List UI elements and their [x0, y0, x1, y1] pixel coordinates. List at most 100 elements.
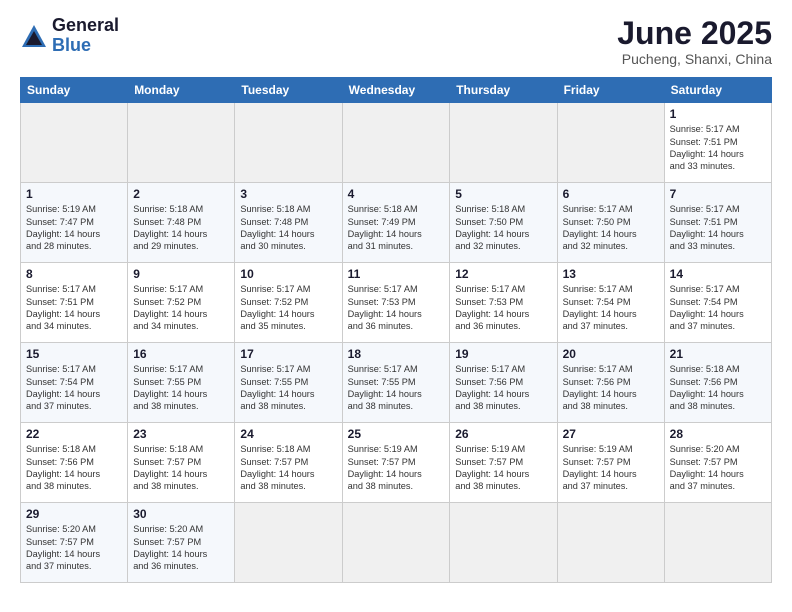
- table-row: 22Sunrise: 5:18 AMSunset: 7:56 PMDayligh…: [21, 423, 128, 503]
- day-info: Sunrise: 5:18 AMSunset: 7:56 PMDaylight:…: [26, 443, 122, 493]
- table-row: [342, 503, 450, 583]
- table-row: 23Sunrise: 5:18 AMSunset: 7:57 PMDayligh…: [128, 423, 235, 503]
- table-row: 24Sunrise: 5:18 AMSunset: 7:57 PMDayligh…: [235, 423, 342, 503]
- day-number: 24: [240, 427, 336, 441]
- table-row: 19Sunrise: 5:17 AMSunset: 7:56 PMDayligh…: [450, 343, 557, 423]
- day-number: 4: [348, 187, 445, 201]
- table-row: 18 Sunrise: 5:17 AMSunset: 7:55 PMDayligh…: [342, 343, 450, 423]
- day-info: Sunrise: 5:17 AMSunset: 7:53 PMDaylight:…: [455, 283, 551, 333]
- table-row: 29 Sunrise: 5:20 AMSunset: 7:57 PMDayligh…: [21, 503, 128, 583]
- day-number: 29: [26, 507, 122, 521]
- title-block: June 2025 Pucheng, Shanxi, China: [617, 16, 772, 67]
- logo-text: General Blue: [52, 16, 119, 56]
- day-info: Sunrise: 5:17 AMSunset: 7:52 PMDaylight:…: [240, 283, 336, 333]
- table-row: 1 Sunrise: 5:19 AMSunset: 7:47 PMDaylight…: [21, 183, 128, 263]
- table-row: 7Sunrise: 5:17 AMSunset: 7:51 PMDaylight…: [664, 183, 771, 263]
- table-row: 8 Sunrise: 5:17 AMSunset: 7:51 PMDaylight…: [21, 263, 128, 343]
- col-saturday: Saturday: [664, 78, 771, 103]
- table-row: 17 Sunrise: 5:17 AMSunset: 7:55 PMDayligh…: [235, 343, 342, 423]
- table-row: [450, 103, 557, 183]
- table-row: [235, 103, 342, 183]
- table-row: 20Sunrise: 5:17 AMSunset: 7:56 PMDayligh…: [557, 343, 664, 423]
- col-tuesday: Tuesday: [235, 78, 342, 103]
- table-row: [342, 103, 450, 183]
- table-row: 28Sunrise: 5:20 AMSunset: 7:57 PMDayligh…: [664, 423, 771, 503]
- col-wednesday: Wednesday: [342, 78, 450, 103]
- table-row: 10Sunrise: 5:17 AMSunset: 7:52 PMDayligh…: [235, 263, 342, 343]
- day-info: Sunrise: 5:19 AMSunset: 7:47 PMDaylight:…: [26, 203, 122, 253]
- day-info: Sunrise: 5:17 AMSunset: 7:51 PMDaylight:…: [670, 203, 766, 253]
- day-number: 25: [348, 427, 445, 441]
- table-row: 3Sunrise: 5:18 AMSunset: 7:48 PMDaylight…: [235, 183, 342, 263]
- day-info: Sunrise: 5:17 AMSunset: 7:52 PMDaylight:…: [133, 283, 229, 333]
- calendar-week-row: 22Sunrise: 5:18 AMSunset: 7:56 PMDayligh…: [21, 423, 772, 503]
- day-info: Sunrise: 5:17 AMSunset: 7:53 PMDaylight:…: [348, 283, 445, 333]
- day-number: 11: [348, 267, 445, 281]
- table-row: 9 Sunrise: 5:17 AMSunset: 7:52 PMDaylight…: [128, 263, 235, 343]
- day-info: Sunrise: 5:18 AMSunset: 7:48 PMDaylight:…: [240, 203, 336, 253]
- day-info: Sunrise: 5:19 AMSunset: 7:57 PMDaylight:…: [348, 443, 445, 493]
- day-number: 13: [563, 267, 659, 281]
- day-info: Sunrise: 5:20 AMSunset: 7:57 PMDaylight:…: [26, 523, 122, 573]
- day-number: 2: [133, 187, 229, 201]
- table-row: [664, 503, 771, 583]
- table-row: 1Sunrise: 5:17 AMSunset: 7:51 PMDaylight…: [664, 103, 771, 183]
- col-friday: Friday: [557, 78, 664, 103]
- day-info: Sunrise: 5:17 AMSunset: 7:54 PMDaylight:…: [670, 283, 766, 333]
- day-number: 6: [563, 187, 659, 201]
- logo-general: General: [52, 16, 119, 36]
- calendar-week-row: 1Sunrise: 5:17 AMSunset: 7:51 PMDaylight…: [21, 103, 772, 183]
- day-info: Sunrise: 5:17 AMSunset: 7:50 PMDaylight:…: [563, 203, 659, 253]
- day-number: 1: [26, 187, 122, 201]
- table-row: 14 Sunrise: 5:17 AMSunset: 7:54 PMDayligh…: [664, 263, 771, 343]
- day-info: Sunrise: 5:17 AMSunset: 7:55 PMDaylight:…: [240, 363, 336, 413]
- table-row: 4 Sunrise: 5:18 AMSunset: 7:49 PMDaylight…: [342, 183, 450, 263]
- day-number: 16: [133, 347, 229, 361]
- calendar-table: Sunday Monday Tuesday Wednesday Thursday…: [20, 77, 772, 583]
- day-number: 21: [670, 347, 766, 361]
- table-row: [557, 503, 664, 583]
- day-info: Sunrise: 5:18 AMSunset: 7:49 PMDaylight:…: [348, 203, 445, 253]
- day-number: 27: [563, 427, 659, 441]
- month-title: June 2025: [617, 16, 772, 51]
- calendar-header-row: Sunday Monday Tuesday Wednesday Thursday…: [21, 78, 772, 103]
- table-row: [21, 103, 128, 183]
- table-row: 2Sunrise: 5:18 AMSunset: 7:48 PMDaylight…: [128, 183, 235, 263]
- table-row: 11 Sunrise: 5:17 AMSunset: 7:53 PMDayligh…: [342, 263, 450, 343]
- table-row: 6 Sunrise: 5:17 AMSunset: 7:50 PMDaylight…: [557, 183, 664, 263]
- day-info: Sunrise: 5:17 AMSunset: 7:56 PMDaylight:…: [563, 363, 659, 413]
- calendar-week-row: 29 Sunrise: 5:20 AMSunset: 7:57 PMDayligh…: [21, 503, 772, 583]
- logo-icon: [20, 23, 48, 51]
- day-number: 5: [455, 187, 551, 201]
- calendar-week-row: 8 Sunrise: 5:17 AMSunset: 7:51 PMDaylight…: [21, 263, 772, 343]
- day-number: 1: [670, 107, 766, 121]
- table-row: 16Sunrise: 5:17 AMSunset: 7:55 PMDayligh…: [128, 343, 235, 423]
- day-info: Sunrise: 5:17 AMSunset: 7:54 PMDaylight:…: [563, 283, 659, 333]
- day-number: 14: [670, 267, 766, 281]
- table-row: 25 Sunrise: 5:19 AMSunset: 7:57 PMDayligh…: [342, 423, 450, 503]
- page: General Blue June 2025 Pucheng, Shanxi, …: [0, 0, 792, 612]
- day-number: 9: [133, 267, 229, 281]
- header: General Blue June 2025 Pucheng, Shanxi, …: [20, 16, 772, 67]
- calendar-week-row: 15Sunrise: 5:17 AMSunset: 7:54 PMDayligh…: [21, 343, 772, 423]
- table-row: [235, 503, 342, 583]
- day-number: 8: [26, 267, 122, 281]
- table-row: 26Sunrise: 5:19 AMSunset: 7:57 PMDayligh…: [450, 423, 557, 503]
- table-row: 15Sunrise: 5:17 AMSunset: 7:54 PMDayligh…: [21, 343, 128, 423]
- day-number: 23: [133, 427, 229, 441]
- day-number: 18: [348, 347, 445, 361]
- day-number: 17: [240, 347, 336, 361]
- table-row: 27Sunrise: 5:19 AMSunset: 7:57 PMDayligh…: [557, 423, 664, 503]
- day-number: 30: [133, 507, 229, 521]
- table-row: 13 Sunrise: 5:17 AMSunset: 7:54 PMDayligh…: [557, 263, 664, 343]
- col-sunday: Sunday: [21, 78, 128, 103]
- day-info: Sunrise: 5:20 AMSunset: 7:57 PMDaylight:…: [670, 443, 766, 493]
- day-info: Sunrise: 5:17 AMSunset: 7:51 PMDaylight:…: [26, 283, 122, 333]
- col-thursday: Thursday: [450, 78, 557, 103]
- table-row: [450, 503, 557, 583]
- day-info: Sunrise: 5:19 AMSunset: 7:57 PMDaylight:…: [455, 443, 551, 493]
- day-info: Sunrise: 5:17 AMSunset: 7:55 PMDaylight:…: [348, 363, 445, 413]
- table-row: 12Sunrise: 5:17 AMSunset: 7:53 PMDayligh…: [450, 263, 557, 343]
- day-info: Sunrise: 5:20 AMSunset: 7:57 PMDaylight:…: [133, 523, 229, 573]
- calendar-week-row: 1 Sunrise: 5:19 AMSunset: 7:47 PMDaylight…: [21, 183, 772, 263]
